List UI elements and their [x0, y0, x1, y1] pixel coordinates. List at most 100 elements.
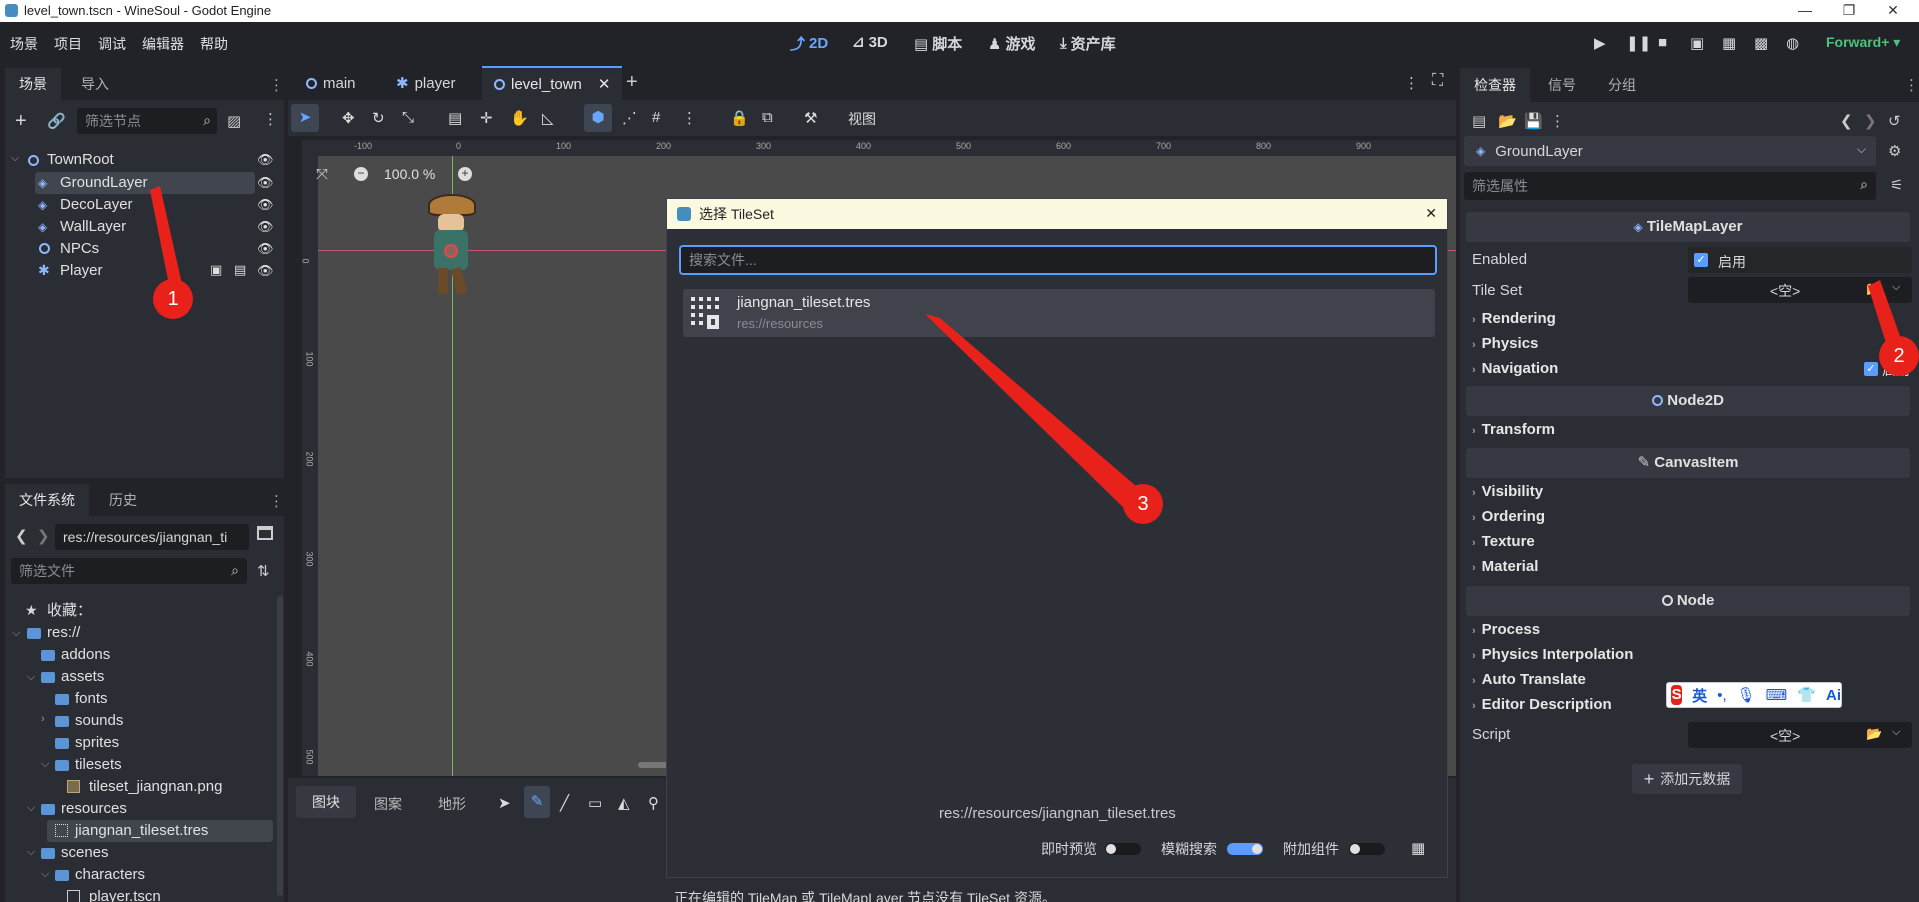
pause-icon[interactable]: ❚❚: [1626, 34, 1651, 52]
picker-tool-icon[interactable]: ⚲: [648, 794, 659, 812]
file-item-root[interactable]: res://: [47, 622, 80, 644]
file-item-sprites[interactable]: sprites: [75, 732, 119, 754]
group-physics[interactable]: › Physics: [1472, 335, 1538, 352]
more-icon[interactable]: ⋮: [682, 109, 697, 127]
file-item-player-scene[interactable]: player.tscn: [89, 886, 161, 902]
collapse-icon[interactable]: ⌵: [27, 846, 35, 859]
ime-ai[interactable]: Ai: [1826, 687, 1841, 704]
toggle-live-preview[interactable]: [1105, 843, 1141, 855]
grid-view-icon[interactable]: ▦: [1411, 839, 1425, 857]
file-item-tileset-png[interactable]: tileset_jiangnan.png: [89, 776, 222, 798]
skeleton-icon[interactable]: ⚒: [804, 109, 817, 127]
visibility-eye-icon[interactable]: 👁: [257, 241, 274, 257]
play-icon[interactable]: ▶: [1594, 34, 1612, 52]
tab-tiles[interactable]: 图块: [296, 786, 356, 818]
run-scene-icon[interactable]: ▦: [1722, 34, 1740, 52]
tab-history[interactable]: 历史: [95, 484, 151, 516]
script-icon[interactable]: ▤: [234, 262, 246, 278]
close-window-button[interactable]: ✕: [1878, 0, 1908, 22]
visibility-eye-icon[interactable]: 👁: [257, 219, 274, 235]
measure-tool-icon[interactable]: ◺: [542, 109, 554, 127]
quick-load-icon[interactable]: 📂: [1866, 726, 1882, 742]
file-item-resources[interactable]: resources: [61, 798, 127, 820]
collapse-icon[interactable]: ⌵: [11, 152, 19, 165]
toggle-fuzzy-search[interactable]: [1227, 843, 1263, 855]
chevron-down-icon[interactable]: ⌵: [1892, 281, 1900, 294]
add-node-icon[interactable]: +: [15, 110, 27, 133]
workspace-assetlib-button[interactable]: ⤓ 资产库: [1060, 33, 1116, 54]
tab-signals[interactable]: 信号: [1534, 68, 1590, 102]
tree-node-npcs[interactable]: NPCs: [60, 238, 99, 260]
menu-scene[interactable]: 场景: [10, 34, 38, 54]
filter-files-input[interactable]: 筛选文件 ⌕: [11, 558, 247, 584]
line-tool-icon[interactable]: ╱: [560, 794, 569, 812]
tree-node-player[interactable]: Player: [60, 260, 103, 282]
skin-icon[interactable]: 👕: [1797, 686, 1816, 704]
bucket-tool-icon[interactable]: ◭: [618, 794, 630, 812]
history-icon[interactable]: ↺: [1888, 112, 1901, 130]
scale-tool-icon[interactable]: ⤡: [402, 109, 414, 126]
menu-editor[interactable]: 编辑器: [142, 34, 184, 54]
group-rendering[interactable]: › Rendering: [1472, 310, 1556, 327]
section-node[interactable]: Node: [1466, 586, 1910, 616]
maximize-button[interactable]: ❐: [1834, 0, 1864, 22]
property-settings-icon[interactable]: ⚟: [1890, 176, 1903, 194]
file-item-tilesets[interactable]: tilesets: [75, 754, 122, 776]
dock-menu-icon[interactable]: ⋮: [269, 76, 284, 94]
result-item[interactable]: jiangnan_tileset.tres res://resources: [683, 289, 1435, 337]
save-resource-icon[interactable]: 💾: [1524, 112, 1543, 130]
property-script-field[interactable]: <空> 📂 ⌵: [1688, 722, 1912, 748]
file-item-characters[interactable]: characters: [75, 864, 145, 886]
section-node2d[interactable]: Node2D: [1466, 386, 1910, 416]
center-view-icon[interactable]: ⤧: [316, 166, 328, 183]
collapse-icon[interactable]: ⌵: [27, 802, 35, 815]
microphone-icon[interactable]: 🎙: [1737, 686, 1756, 704]
section-canvasitem[interactable]: ✎ CanvasItem: [1466, 448, 1910, 478]
zoom-out-icon[interactable]: −: [354, 167, 368, 181]
node-selector[interactable]: ◈ GroundLayer ⌵: [1464, 136, 1876, 166]
tree-node-groundlayer[interactable]: GroundLayer: [60, 172, 148, 194]
run-custom-scene-icon[interactable]: ▩: [1754, 34, 1772, 52]
visibility-eye-icon[interactable]: 👁: [257, 175, 274, 191]
workspace-3d-button[interactable]: ⊿ 3D: [852, 33, 888, 52]
zoom-level[interactable]: 100.0 %: [384, 166, 435, 182]
group-navigation[interactable]: › Navigation: [1472, 360, 1558, 377]
tab-groups[interactable]: 分组: [1594, 68, 1650, 102]
collapse-icon[interactable]: ⌵: [27, 671, 35, 684]
history-back-icon[interactable]: ❮: [1840, 112, 1853, 130]
workspace-script-button[interactable]: ▤ 脚本: [914, 33, 962, 54]
file-item-tileset-tres[interactable]: jiangnan_tileset.tres: [75, 820, 208, 842]
group-material[interactable]: › Material: [1472, 558, 1538, 575]
history-forward-icon[interactable]: ❯: [1864, 112, 1877, 130]
search-files-input[interactable]: 搜索文件...: [679, 245, 1437, 275]
smart-snap-icon[interactable]: ⬢: [584, 104, 612, 132]
group-ordering[interactable]: › Ordering: [1472, 508, 1545, 525]
tab-patterns[interactable]: 图案: [374, 794, 402, 814]
menu-debug[interactable]: 调试: [98, 34, 126, 54]
toggle-include-addons[interactable]: [1349, 843, 1385, 855]
split-view-icon[interactable]: [257, 526, 273, 540]
group-icon[interactable]: ⧉: [762, 109, 773, 126]
minimize-button[interactable]: —: [1790, 0, 1820, 22]
workspace-game-button[interactable]: ♟ 游戏: [988, 33, 1035, 54]
filter-nodes-input[interactable]: 筛选节点 ⌕: [77, 108, 217, 134]
keyboard-icon[interactable]: ⌨: [1766, 686, 1788, 704]
renderer-select[interactable]: Forward+ ▾: [1826, 34, 1900, 51]
tree-node-decolayer[interactable]: DecoLayer: [60, 194, 133, 216]
tree-node-townroot[interactable]: TownRoot: [47, 149, 114, 171]
checkbox-checked-icon[interactable]: ✓: [1694, 253, 1708, 267]
object-tools-icon[interactable]: ⚙: [1888, 142, 1901, 160]
attach-script-icon[interactable]: ▨: [227, 112, 241, 130]
file-scrollbar[interactable]: [277, 596, 283, 896]
view-menu[interactable]: 视图: [848, 109, 876, 129]
file-item-fonts[interactable]: fonts: [75, 688, 108, 710]
select-tool-icon[interactable]: ➤: [498, 794, 511, 812]
filter-properties-input[interactable]: 筛选属性 ⌕: [1464, 172, 1876, 200]
section-tilemaplayer[interactable]: ◈ TileMapLayer: [1466, 212, 1910, 242]
rect-tool-icon[interactable]: ▭: [588, 794, 602, 812]
link-icon[interactable]: 🔗: [47, 112, 66, 130]
tab-scene[interactable]: 场景: [5, 68, 61, 100]
tab-filesystem[interactable]: 文件系统: [5, 484, 89, 516]
group-visibility[interactable]: › Visibility: [1472, 483, 1543, 500]
rotate-tool-icon[interactable]: ↻: [372, 109, 385, 127]
